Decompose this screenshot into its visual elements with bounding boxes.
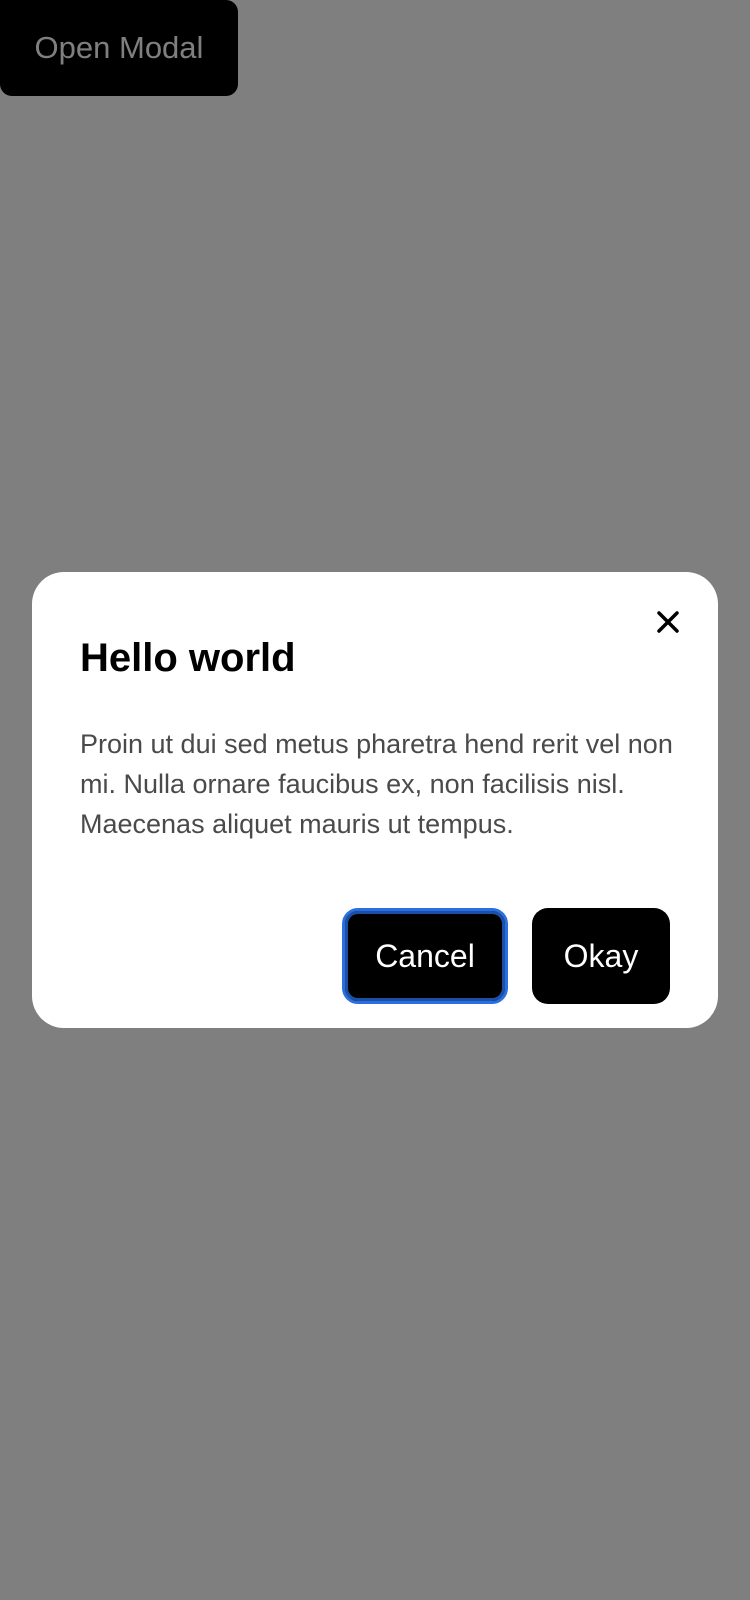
cancel-button[interactable]: Cancel (342, 908, 508, 1004)
modal-dialog: Hello world Proin ut dui sed metus phare… (32, 572, 718, 1028)
close-icon (656, 610, 680, 634)
close-button[interactable] (648, 602, 688, 642)
modal-body-text: Proin ut dui sed metus pharetra hend rer… (80, 729, 673, 839)
modal-title: Hello world (80, 636, 296, 680)
okay-button[interactable]: Okay (532, 908, 670, 1004)
modal-actions: Cancel Okay (342, 908, 670, 1004)
